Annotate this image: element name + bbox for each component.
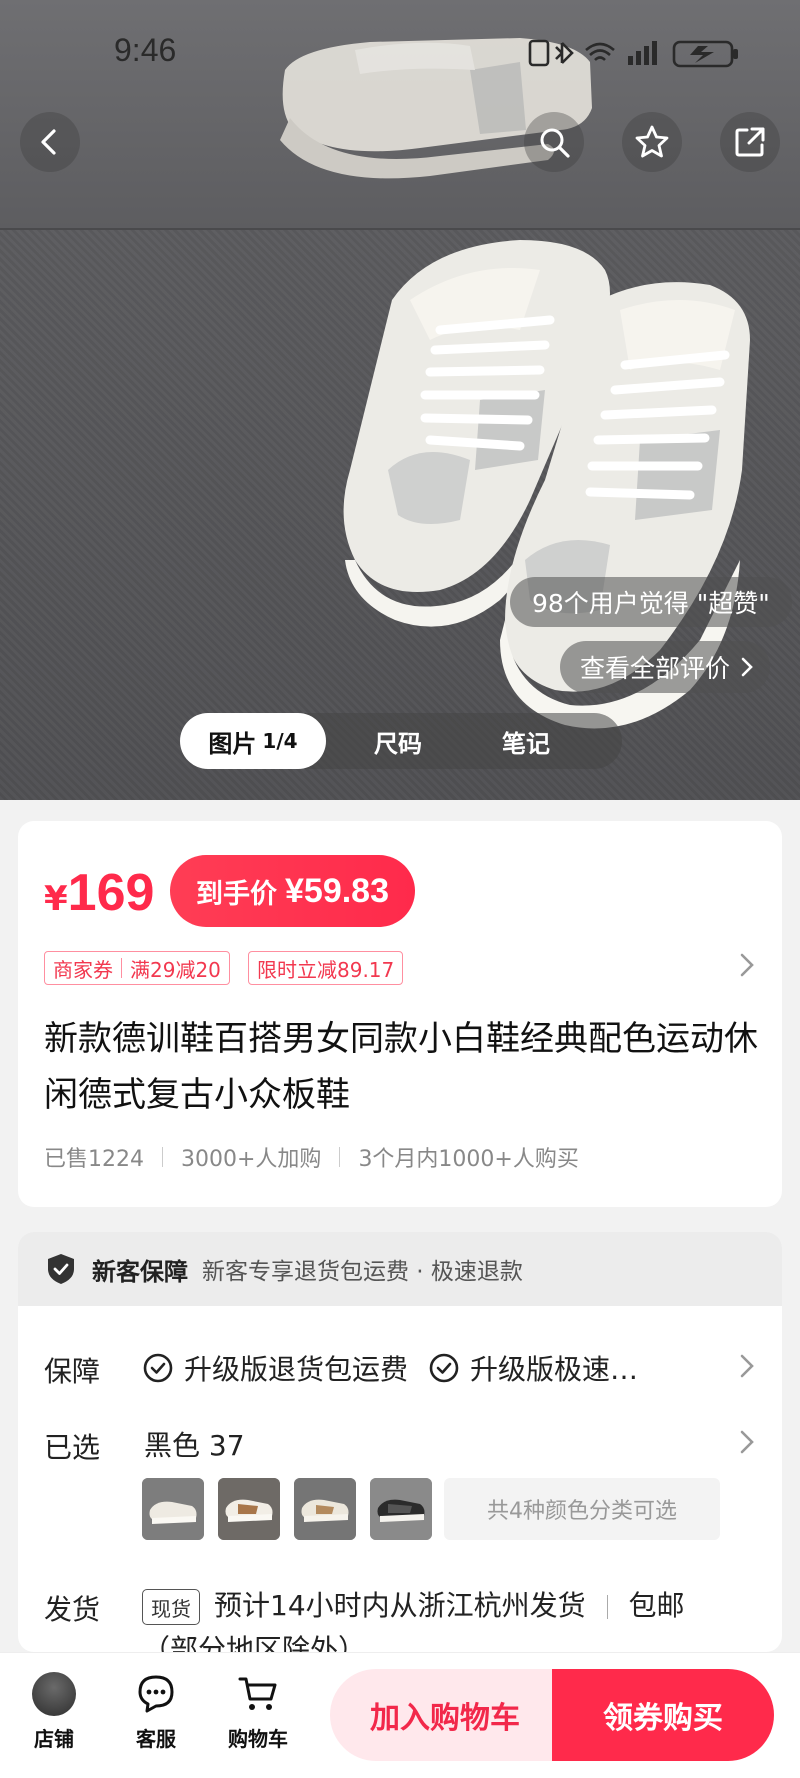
selected-variant[interactable]: 黑色 37	[144, 1424, 245, 1464]
buy-with-coupon-button[interactable]: 领券购买	[552, 1669, 774, 1761]
new-customer-banner[interactable]: 新客保障 新客专享退货包运费 · 极速退款	[18, 1232, 782, 1306]
add-to-cart-button[interactable]: 加入购物车	[330, 1669, 560, 1761]
share-icon	[735, 127, 765, 157]
customer-service-label: 客服	[136, 1727, 176, 1751]
variant-thumbnail[interactable]	[218, 1478, 280, 1540]
guarantee-text: 升级版退货包运费	[184, 1353, 409, 1386]
tab-images[interactable]: 图片 1/4	[180, 713, 326, 769]
final-price-value: ¥59.83	[285, 871, 389, 910]
price-card: ¥ 169 到手价 ¥59.83 商家券 满29减20 限时立减89.17 新款…	[18, 821, 782, 1207]
variant-thumbnails	[142, 1478, 432, 1540]
stat-added: 3000+人加购	[181, 1147, 322, 1172]
chevron-right-icon[interactable]	[738, 951, 756, 979]
price-value: 169	[67, 864, 155, 922]
shipping-text: 预计14小时内从浙江杭州发货	[214, 1589, 586, 1622]
final-price-label: 到手价	[196, 878, 277, 910]
shoe-image	[370, 1478, 432, 1540]
guarantee-item: 升级版退货包运费	[142, 1348, 408, 1388]
variants-note[interactable]: 共4种颜色分类可选	[444, 1478, 720, 1540]
avatar	[32, 1672, 76, 1716]
product-title: 新款德训鞋百搭男女同款小白鞋经典配色运动休闲德式复古小众板鞋	[44, 1019, 758, 1115]
search-icon	[540, 128, 570, 158]
coupon-merchant[interactable]: 商家券 满29减20	[44, 951, 230, 985]
selected-label: 已选	[44, 1431, 101, 1464]
view-all-reviews-label: 查看全部评价	[580, 654, 731, 683]
back-button[interactable]	[20, 112, 80, 172]
shopping-cart-icon	[238, 1677, 277, 1710]
coupon-limited-discount[interactable]: 限时立减89.17	[248, 951, 404, 985]
product-image-gallery[interactable]: 9:46 98个用户觉得 "超赞" 查看全部评价 图片 1/4 尺码 笔记	[0, 0, 800, 800]
shield-check-icon	[48, 1254, 74, 1284]
tab-size-label: 尺码	[374, 729, 422, 758]
chevron-right-icon[interactable]	[738, 1428, 756, 1456]
coupon-merchant-detail: 满29减20	[130, 957, 221, 982]
in-stock-tag: 现货	[142, 1589, 200, 1625]
image-counter: 1/4	[262, 729, 298, 753]
customer-service-button[interactable]: 客服	[116, 1671, 196, 1761]
shipping-info: 预计14小时内从浙江杭州发货 包邮	[214, 1584, 684, 1624]
guarantee-item: 升级版极速…	[428, 1348, 638, 1388]
guarantee-text: 升级版极速…	[470, 1353, 639, 1386]
cart-button[interactable]: 购物车	[218, 1671, 298, 1761]
back-arrow-icon	[41, 129, 56, 155]
final-price-badge: 到手价 ¥59.83	[170, 855, 415, 927]
shop-avatar-icon	[31, 1671, 77, 1717]
tab-size[interactable]: 尺码	[348, 713, 448, 769]
shoe-image	[142, 1478, 204, 1540]
view-all-reviews-button[interactable]: 查看全部评价	[560, 641, 771, 693]
shop-label: 店铺	[34, 1727, 74, 1751]
variant-thumbnail[interactable]	[370, 1478, 432, 1540]
service-card: 新客保障 新客专享退货包运费 · 极速退款 保障 升级版退货包运费 升级版极速……	[18, 1232, 782, 1652]
star-icon	[635, 125, 669, 158]
status-bar: 9:46	[0, 0, 800, 110]
chevron-right-icon[interactable]	[738, 1352, 756, 1380]
status-time: 9:46	[114, 32, 177, 68]
price: ¥ 169	[44, 863, 154, 923]
tab-notes[interactable]: 笔记	[476, 713, 576, 769]
coupon-limited-label: 限时立减89.17	[257, 957, 395, 982]
status-icons	[528, 39, 738, 68]
shipping-note: （部分地区除外）	[142, 1633, 367, 1652]
stat-bought: 3个月内1000+人购买	[358, 1147, 579, 1172]
stat-sold: 已售1224	[44, 1147, 144, 1172]
share-button[interactable]	[720, 112, 780, 172]
guarantee-row[interactable]: 升级版退货包运费 升级版极速…	[142, 1348, 658, 1388]
shoe-image	[294, 1478, 356, 1540]
search-button[interactable]	[524, 112, 584, 172]
guarantee-label: 保障	[44, 1355, 101, 1388]
free-shipping: 包邮	[628, 1589, 685, 1622]
new-customer-title: 新客保障	[92, 1257, 188, 1286]
shipping-label: 发货	[44, 1593, 101, 1626]
shop-button[interactable]: 店铺	[14, 1671, 94, 1761]
variant-thumbnail[interactable]	[294, 1478, 356, 1540]
check-circle-icon	[429, 1353, 459, 1383]
check-circle-icon	[143, 1353, 173, 1383]
shoe-image	[218, 1478, 280, 1540]
favorite-button[interactable]	[622, 112, 682, 172]
new-customer-desc: 新客专享退货包运费 · 极速退款	[202, 1259, 523, 1285]
stat-divider	[339, 1147, 341, 1167]
tab-notes-label: 笔记	[502, 729, 550, 758]
chevron-right-icon	[741, 657, 753, 677]
variant-thumbnail[interactable]	[142, 1478, 204, 1540]
media-tabs: 图片 1/4 尺码 笔记	[180, 713, 622, 769]
coupon-merchant-label: 商家券	[53, 957, 113, 982]
chat-bubble-icon	[138, 1675, 174, 1713]
shipping-divider	[606, 1595, 608, 1619]
coupon-divider	[121, 958, 122, 978]
cart-label: 购物车	[228, 1727, 288, 1751]
tab-images-label: 图片	[208, 729, 257, 758]
stat-divider	[162, 1147, 163, 1167]
price-currency: ¥	[44, 879, 68, 919]
sales-stats: 已售1224 3000+人加购 3个月内1000+人购买	[44, 1141, 579, 1173]
bottom-action-bar: 店铺 客服 购物车 加入购物车 领券购买	[0, 1652, 800, 1778]
praise-badge: 98个用户觉得 "超赞"	[510, 577, 792, 627]
